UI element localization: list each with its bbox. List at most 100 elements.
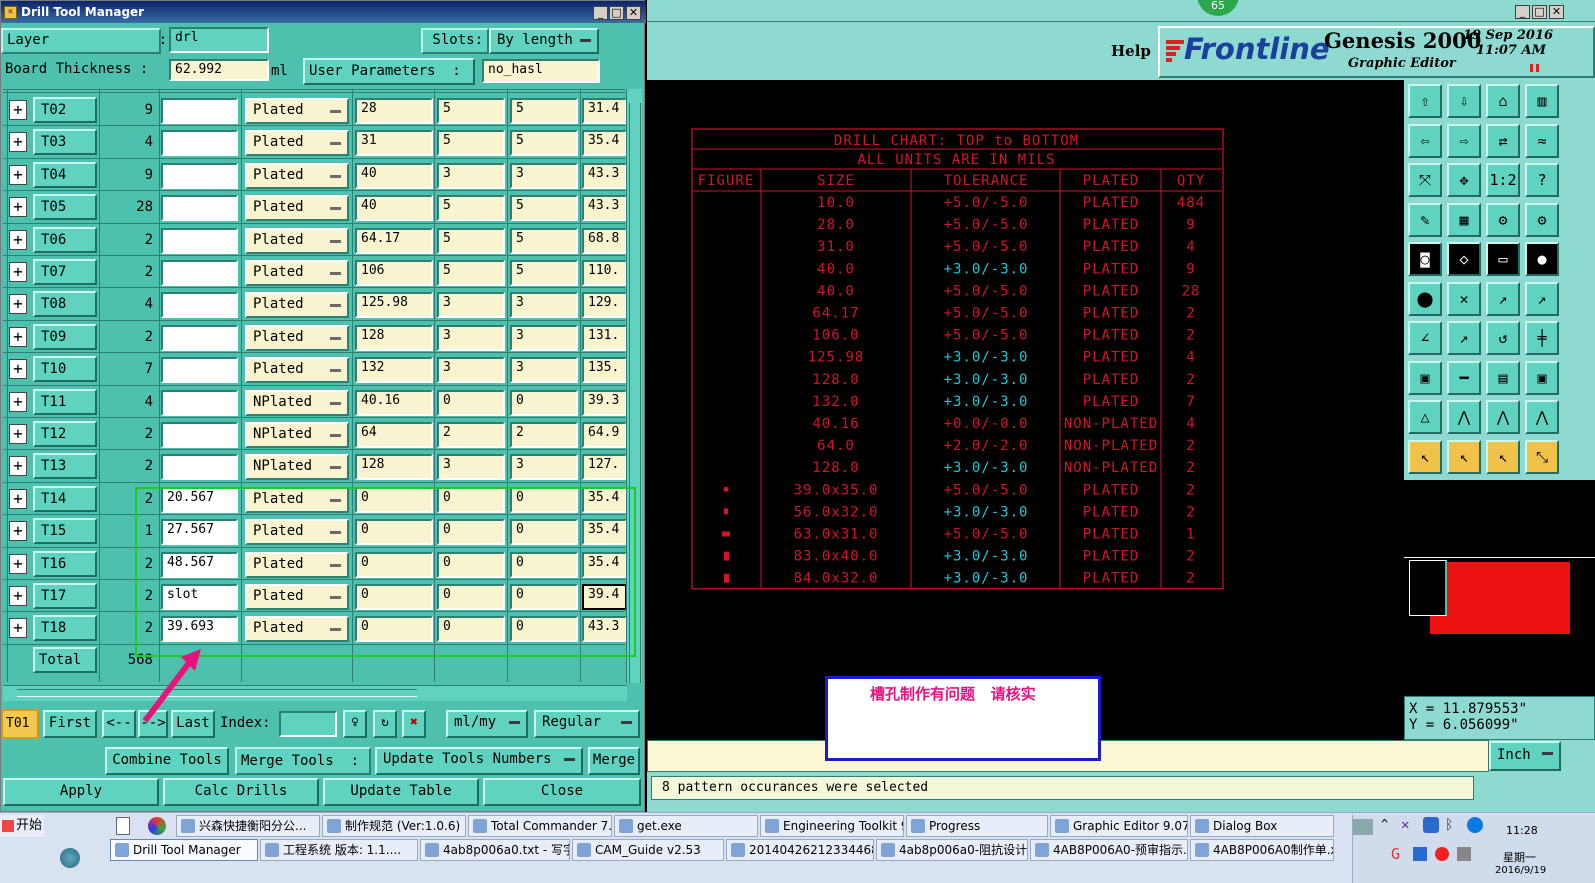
finish-size-field[interactable] [161, 195, 238, 222]
scale-icon[interactable]: 1:2 [1486, 163, 1520, 197]
tool-name-button[interactable]: T15 [33, 518, 97, 545]
update-table-button[interactable]: Update Table [323, 778, 479, 806]
taskbar-item[interactable]: 兴森快捷衡阳分公... [176, 815, 320, 837]
actual-size-field[interactable]: 129. [582, 292, 627, 319]
quicklaunch-icon[interactable] [60, 848, 80, 868]
tool-name-button[interactable]: T03 [33, 129, 97, 156]
board-thickness-field[interactable]: 62.992 [169, 59, 269, 81]
calc-drills-button[interactable]: Calc Drills [163, 778, 319, 806]
close-icon[interactable]: ✕ [1549, 5, 1564, 19]
actual-size-field[interactable]: 68.8 [582, 227, 627, 254]
update-tools-numbers-dropdown[interactable]: Update Tools Numbers [375, 747, 583, 775]
plating-dropdown[interactable]: Plated [245, 260, 349, 286]
arch2-icon[interactable]: ⋀ [1486, 400, 1520, 434]
tol-plus-field[interactable]: 3 [437, 162, 505, 189]
tool-name-button[interactable]: T17 [33, 583, 97, 609]
tool-name-button[interactable]: T18 [33, 615, 97, 642]
drill-size-field[interactable]: 31 [355, 130, 433, 157]
tool-name-button[interactable]: T10 [33, 356, 97, 383]
taskbar-item[interactable]: 工程系统 版本: 1.1.... [260, 839, 418, 861]
tol-minus-field[interactable]: 5 [510, 260, 578, 286]
fit-icon[interactable]: ⤧ [1408, 163, 1442, 197]
finish-size-field[interactable] [161, 162, 238, 189]
tol-plus-field[interactable]: 5 [437, 130, 505, 157]
taskbar-item[interactable]: Engineering Toolkit 9.... [760, 815, 904, 837]
wave-icon[interactable]: ≈ [1525, 123, 1559, 158]
tol-minus-field[interactable]: 5 [510, 227, 578, 254]
arch-icon[interactable]: ⋀ [1447, 400, 1481, 434]
first-button[interactable]: First [43, 710, 97, 738]
move-right-icon[interactable]: ⇨ [1447, 123, 1481, 158]
edit-icon[interactable]: ✎ [1408, 202, 1442, 237]
expand-icon[interactable]: + [9, 262, 27, 282]
drill-size-field[interactable]: 128 [355, 324, 433, 351]
select2-icon[interactable]: ↖ [1447, 439, 1481, 474]
snap-icon[interactable]: ▣ [1408, 360, 1442, 395]
move-left-icon[interactable]: ⇦ [1408, 123, 1442, 158]
unit-dropdown[interactable]: Inch [1489, 741, 1561, 771]
plating-dropdown[interactable]: Plated [245, 130, 349, 157]
arch3-icon[interactable]: ⋀ [1525, 400, 1559, 434]
tol-plus-field[interactable]: 3 [437, 292, 505, 319]
tol-plus-field[interactable]: 0 [437, 389, 505, 416]
tol-plus-field[interactable]: 3 [437, 454, 505, 481]
finish-size-field[interactable] [161, 130, 238, 157]
taskbar-item[interactable]: 4ab8p006a0-阻抗设计... [876, 839, 1028, 861]
tol-plus-field[interactable]: 5 [437, 98, 505, 124]
expand-icon[interactable]: + [9, 229, 27, 250]
minimize-icon[interactable]: _ [593, 6, 608, 20]
select3-icon[interactable]: ↖ [1486, 439, 1520, 474]
taskbar-item[interactable]: 20140426212334468.rt... [726, 839, 874, 861]
select-icon[interactable]: ↖ [1408, 439, 1442, 474]
start-button[interactable]: 开始 [0, 815, 44, 837]
actual-size-field[interactable]: 35.4 [582, 130, 627, 157]
clock-weekday[interactable]: 星期一 [1503, 849, 1536, 865]
tol-plus-field[interactable]: 5 [437, 227, 505, 254]
connect-icon[interactable]: ⬤ [1408, 281, 1442, 316]
finish-size-field[interactable] [161, 98, 238, 124]
taskbar-item[interactable]: CAM_Guide v2.53 [572, 839, 724, 861]
index-field[interactable] [279, 711, 337, 737]
tool-name-button[interactable]: T05 [33, 194, 97, 221]
drill-size-field[interactable]: 125.98 [355, 292, 433, 319]
plating-dropdown[interactable]: Plated [245, 227, 349, 254]
line-icon[interactable]: ↗ [1486, 281, 1520, 316]
taskbar-item[interactable]: 制作规范 (Ver:1.0.6) [322, 815, 466, 837]
finish-size-field[interactable] [161, 422, 238, 448]
tray-alert-icon[interactable] [1435, 847, 1449, 861]
finish-size-field[interactable] [161, 454, 238, 481]
tol-minus-field[interactable]: 3 [510, 162, 578, 189]
pad-icon[interactable]: ◙ [1408, 242, 1442, 276]
layer-field[interactable]: drl [169, 27, 269, 53]
tool-name-button[interactable]: T08 [33, 291, 97, 318]
window-icon[interactable]: ▥ [1525, 84, 1559, 118]
tray-app-icon[interactable] [1467, 817, 1483, 833]
bulb-icon[interactable]: ♀ [343, 710, 367, 738]
plating-dropdown[interactable]: Plated [245, 195, 349, 222]
plating-dropdown[interactable]: NPlated [245, 454, 349, 481]
drill-size-field[interactable]: 40.16 [355, 389, 433, 416]
actual-size-field[interactable]: 43.3 [582, 195, 627, 222]
expand-icon[interactable]: + [9, 391, 27, 412]
mode-dropdown[interactable]: Regular [534, 710, 640, 738]
prev-button[interactable]: <-- [102, 710, 136, 738]
drawing-canvas[interactable]: DRILL CHART: TOP to BOTTOM ALL UNITS ARE … [647, 80, 1404, 740]
expand-icon[interactable]: + [9, 586, 27, 606]
plating-dropdown[interactable]: Plated [245, 292, 349, 319]
taskbar-item[interactable]: get.exe [614, 815, 758, 837]
swap-icon[interactable]: ⇄ [1486, 123, 1520, 158]
layers-icon[interactable]: ⚙ [1486, 202, 1520, 237]
measure-icon[interactable]: ▤ [1486, 360, 1520, 395]
plating-dropdown[interactable]: Plated [245, 162, 349, 189]
finish-size-field[interactable] [161, 260, 238, 286]
outline-icon[interactable]: ◇ [1447, 242, 1481, 276]
close-icon[interactable]: ✕ [626, 6, 641, 20]
help-icon[interactable]: ? [1525, 163, 1559, 197]
finish-size-field[interactable] [161, 324, 238, 351]
taskbar-item[interactable]: Drill Tool Manager [110, 839, 258, 861]
combine-tools-button[interactable]: Combine Tools [105, 747, 229, 775]
plating-dropdown[interactable]: NPlated [245, 422, 349, 448]
tool-name-button[interactable]: T02 [33, 97, 97, 123]
tol-minus-field[interactable]: 5 [510, 195, 578, 222]
finish-size-field[interactable] [161, 292, 238, 319]
